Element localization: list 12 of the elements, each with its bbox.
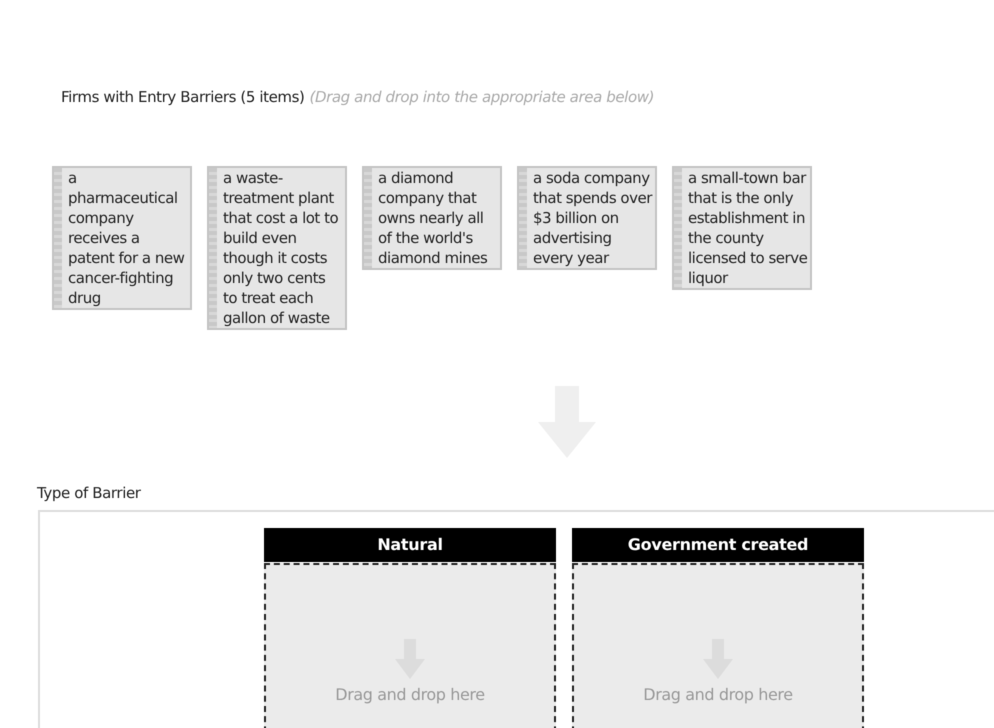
section-title: Firms with Entry Barriers (5 items) [61, 88, 304, 106]
placeholder-text: Drag and drop here [643, 685, 793, 704]
draggable-card[interactable]: a soda company that spends over $3 billion on advertising every year [517, 166, 657, 270]
category-header: Government created [572, 528, 864, 562]
draggable-card[interactable]: a pharmaceutical company receives a patent for a new cancer-fighting drug [52, 166, 192, 310]
draggable-card[interactable]: a waste-treatment plant that cost a lot to build even though it costs only two cents to treat each gallon of waste [207, 166, 347, 330]
placeholder-text: Drag and drop here [335, 685, 485, 704]
instruction-text: (Drag and drop into the appropriate area below) [310, 88, 654, 106]
category-header: Natural [264, 528, 556, 562]
draggable-card[interactable]: a small-town bar that is the only establishment in the county licensed to serve liquor [672, 166, 812, 290]
section-title: Type of Barrier [37, 484, 142, 504]
draggable-card[interactable]: a diamond company that owns nearly all of the world's diamond mines [362, 166, 502, 270]
